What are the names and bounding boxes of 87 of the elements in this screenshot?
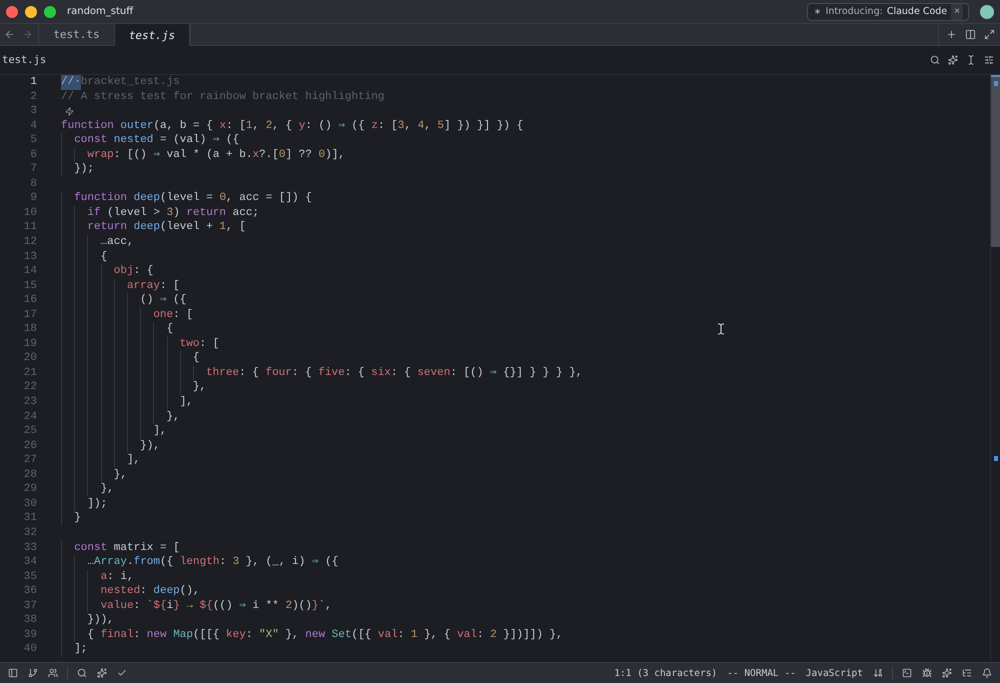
line-number: 28 [22, 468, 37, 482]
line-number: 6 [29, 148, 37, 162]
code-line: array: [ [61, 278, 1000, 294]
cursor-position[interactable]: 1:1 (3 characters) [610, 668, 722, 678]
scrollbar[interactable] [990, 75, 1000, 662]
line-number: 13 [22, 250, 37, 264]
banner-title: Claude Code [886, 6, 948, 17]
editor-tab[interactable]: test.js [114, 24, 190, 46]
line-number: 25 [22, 424, 37, 439]
code-line: }, [61, 482, 1000, 497]
lightning-icon[interactable] [65, 106, 74, 116]
line-number: 19 [22, 336, 37, 352]
line-number: 26 [22, 438, 37, 454]
code-line: })), [61, 613, 1000, 628]
code-line: nested: deep(), [61, 584, 1000, 599]
close-window-button[interactable] [6, 6, 18, 18]
line-number: 33 [22, 540, 37, 556]
line-number: 40 [22, 642, 37, 657]
line-number: 22 [22, 380, 37, 396]
code-line: obj: { [61, 264, 1000, 279]
line-number: 36 [22, 584, 37, 599]
line-number: 37 [22, 598, 37, 614]
line-number: 8 [29, 176, 37, 192]
text-cursor-pointer-icon [715, 323, 727, 335]
breadcrumb[interactable]: test.js [2, 54, 46, 66]
line-number: 30 [22, 496, 37, 512]
code-line: two: [ [61, 336, 1000, 352]
code-line: ], [61, 395, 1000, 410]
line-number: 18 [22, 322, 37, 337]
code-line: }, [61, 380, 1000, 396]
line-number: 20 [22, 351, 37, 366]
back-icon[interactable] [4, 29, 14, 40]
code-line: three: { four: { five: { six: { seven: [() ⇒ {}] } } } }, [61, 366, 1000, 380]
line-number: 14 [22, 264, 37, 279]
line-number: 3 [29, 104, 37, 119]
language-selector[interactable]: JavaScript [802, 668, 867, 678]
code-line: ], [61, 424, 1000, 439]
line-number: 15 [22, 278, 37, 294]
line-number: 31 [22, 511, 37, 526]
line-number: 21 [22, 366, 37, 380]
code-line: { [61, 351, 1000, 366]
asterisk-icon [812, 7, 822, 16]
line-number: 29 [22, 482, 37, 497]
code-line: }, [61, 468, 1000, 482]
close-button[interactable]: × [951, 4, 963, 20]
code-line: () ⇒ ({ [61, 293, 1000, 308]
line-number: 12 [22, 235, 37, 250]
line-number: 35 [22, 570, 37, 584]
user-avatar[interactable] [980, 4, 994, 18]
project-name[interactable]: random_stuff [67, 6, 134, 17]
line-number: 24 [22, 410, 37, 424]
line-number: 10 [22, 206, 37, 220]
line-number: 9 [29, 191, 37, 206]
code-line: { [61, 322, 1000, 337]
line-number: 16 [22, 293, 37, 308]
code-line: a: i, [61, 570, 1000, 584]
code-line: ]); [61, 496, 1000, 512]
line-number: 7 [29, 162, 37, 177]
code-line: } [61, 511, 1000, 526]
banner-prefix: Introducing: [826, 6, 883, 17]
code-line: one: [ [61, 308, 1000, 322]
vim-mode: -- NORMAL -- [726, 668, 797, 678]
line-number: 38 [22, 613, 37, 628]
code-line: const matrix = [ [61, 540, 1000, 556]
line-number: 11 [22, 220, 37, 236]
code-line: { [61, 250, 1000, 264]
line-number: 5 [29, 133, 37, 148]
line-number: 17 [22, 308, 37, 322]
code-line: }), [61, 438, 1000, 454]
code-line: value: `${i} → ${(() ⇒ i ** 2)()}`, [61, 598, 1000, 614]
code-line: { final: new Map([[{ key: "X" }, new Set([{ val: 1 }, { val: 2 }])]]) }, [61, 628, 1000, 642]
line-number: 39 [22, 628, 37, 642]
code-line: // A stress test for rainbow bracket highlighting [61, 90, 386, 104]
code-line: ]; [61, 642, 1000, 657]
zoom-window-button[interactable] [44, 6, 56, 18]
line-number: 27 [22, 453, 37, 468]
code-line: …Array.from({ length: 3 }, (_, i) ⇒ ({ [61, 555, 1000, 570]
code-line: function outer(a, b = { x: [1, 2, { y: () ⇒ ({ z: [3, 4, 5] }) }] }) { [61, 118, 524, 134]
line-number: 23 [22, 395, 37, 410]
line-number: 2 [29, 90, 37, 104]
minimize-window-button[interactable] [25, 6, 37, 18]
announcement-banner[interactable]: Introducing: Claude Code × [806, 2, 969, 20]
code-line: }, [61, 410, 1000, 424]
line-number: 4 [29, 118, 37, 134]
line-number: 1 [29, 75, 37, 90]
line-number: 34 [22, 555, 37, 570]
line-number: 32 [22, 526, 37, 540]
